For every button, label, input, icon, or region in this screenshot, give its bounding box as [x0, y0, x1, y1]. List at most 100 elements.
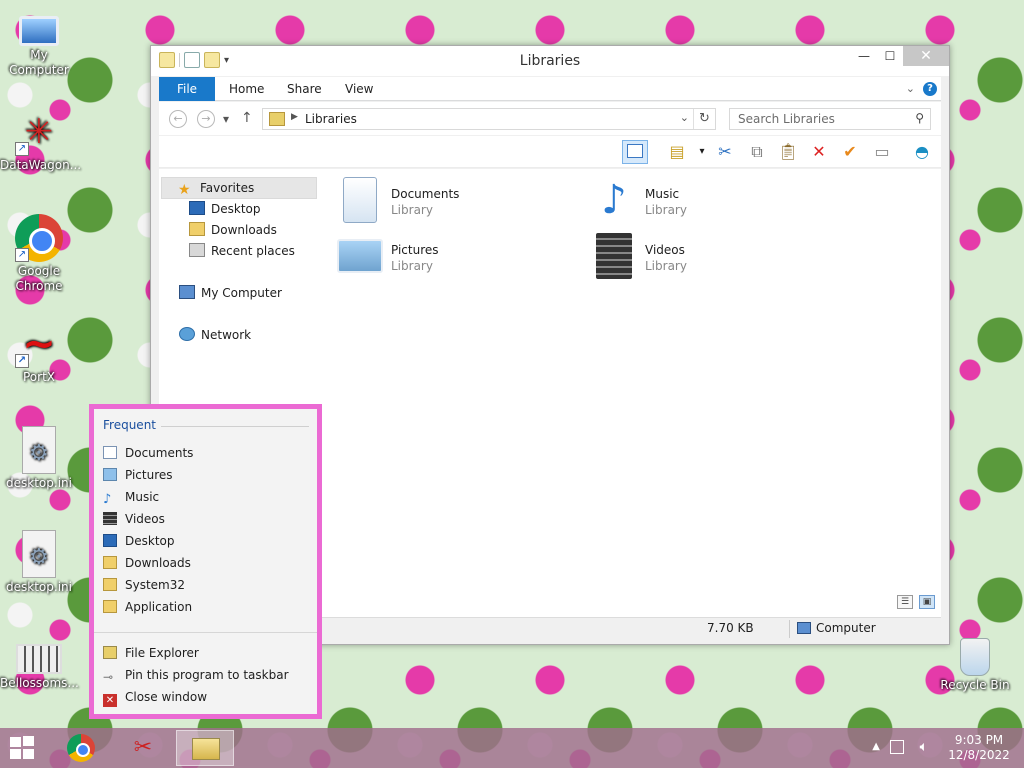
jump-list-task-label: File Explorer: [125, 646, 199, 660]
system-tray: ▲ 🔈︎ 9:03 PM 12/8/2022: [854, 728, 1014, 768]
address-history-chevron-icon[interactable]: ⌄: [680, 111, 689, 124]
desktop-icon-datawagon[interactable]: ✳ ↗ DataWagon...: [0, 108, 82, 173]
jump-list-item[interactable]: Application: [103, 596, 309, 618]
desktop-icon-label: Bellossoms...: [0, 676, 79, 690]
ribbon-tabs: File Home Share View ⌄ ?: [159, 77, 941, 101]
forward-button[interactable]: →: [197, 110, 215, 128]
preview-pane-button[interactable]: [622, 140, 648, 164]
film-icon: [103, 512, 117, 525]
breadcrumb-libraries[interactable]: Libraries: [305, 112, 357, 126]
refresh-button[interactable]: ↻: [693, 109, 715, 129]
library-type: Library: [391, 203, 433, 217]
nav-item-favorites[interactable]: ★ Favorites: [161, 177, 317, 199]
window-controls: — ☐ ✕: [851, 46, 949, 66]
desktop-icon-bellossoms[interactable]: Bellossoms...: [0, 632, 79, 691]
jump-list-item[interactable]: System32: [103, 574, 309, 596]
folder-icon: [103, 600, 117, 613]
file-explorer-icon: [192, 738, 220, 760]
library-pictures[interactable]: Pictures Library: [337, 233, 537, 281]
up-button[interactable]: ↑: [241, 110, 253, 126]
search-box[interactable]: ⚲: [729, 108, 931, 130]
taskbar-chrome[interactable]: [52, 730, 110, 766]
nav-item-network[interactable]: Network: [179, 325, 251, 345]
network-status-icon[interactable]: [890, 740, 904, 754]
nav-item-label: Recent places: [211, 244, 295, 258]
taskbar-file-explorer[interactable]: [176, 730, 234, 766]
jump-list-item[interactable]: Documents: [103, 442, 309, 464]
shortcut-arrow-icon: ↗: [15, 354, 29, 368]
jump-list-item[interactable]: Desktop: [103, 530, 309, 552]
desktop-icon-label: desktop.ini: [6, 476, 72, 490]
jump-list-task-pin[interactable]: ⊸ Pin this program to taskbar: [103, 664, 309, 686]
paste-button[interactable]: 📋︎: [775, 140, 801, 164]
desktop-icon-portx[interactable]: ~ ↗ PortX: [0, 320, 78, 385]
desktop-icon-desktop-ini-1[interactable]: desktop.ini: [0, 426, 78, 491]
show-hidden-icons-chevron-icon[interactable]: ▲: [872, 741, 880, 752]
start-button[interactable]: [10, 736, 36, 760]
rename-button[interactable]: ▭: [869, 140, 895, 164]
documents-library-icon: [343, 177, 377, 223]
details-view-icon[interactable]: ☰: [897, 595, 913, 609]
image-file-icon: [16, 644, 62, 674]
shortcut-arrow-icon: ↗: [15, 248, 29, 262]
desktop-icon-desktop-ini-2[interactable]: desktop.ini: [0, 530, 78, 595]
desktop-icon-my-computer[interactable]: My Computer: [0, 8, 78, 78]
jump-list-item-label: Pictures: [125, 468, 173, 482]
breadcrumb-arrow-icon[interactable]: ▶: [291, 112, 298, 122]
close-button[interactable]: ✕: [903, 46, 949, 66]
scissors-icon: ✂: [133, 735, 153, 760]
pictures-library-icon: [337, 239, 383, 273]
jump-list-item[interactable]: Pictures: [103, 464, 309, 486]
maximize-button[interactable]: ☐: [877, 46, 903, 66]
properties-button[interactable]: ▤: [664, 140, 690, 164]
nav-item-label: My Computer: [201, 286, 282, 300]
tab-view[interactable]: View: [333, 77, 385, 101]
music-note-icon: ♪: [103, 492, 112, 507]
windows-logo-pane: [10, 737, 21, 747]
volume-icon[interactable]: 🔈︎: [920, 739, 928, 755]
desktop-icon-google-chrome[interactable]: ↗ Google Chrome: [0, 214, 78, 294]
clock[interactable]: 9:03 PM 12/8/2022: [944, 733, 1014, 763]
command-toolbar: ▤ ▾ ✂ ⧉ 📋︎ ✕ ✔ ▭ ◓: [159, 136, 941, 168]
minimize-button[interactable]: —: [851, 46, 877, 66]
nav-item-desktop[interactable]: Desktop: [189, 199, 261, 219]
tab-share[interactable]: Share: [275, 77, 334, 101]
jump-list-item[interactable]: Downloads: [103, 552, 309, 574]
nav-item-downloads[interactable]: Downloads: [189, 220, 277, 240]
taskbar-snipping-tool[interactable]: ✂: [114, 730, 172, 766]
back-button[interactable]: ←: [169, 110, 187, 128]
tab-file[interactable]: File: [159, 77, 215, 101]
jump-list-task-close-window[interactable]: ✕ Close window: [103, 686, 309, 708]
library-documents[interactable]: Documents Library: [337, 177, 537, 225]
settings-file-icon: [22, 530, 56, 578]
jump-list-item[interactable]: ♪ Music: [103, 486, 309, 508]
shell-icon[interactable]: ◓: [909, 140, 935, 164]
recent-locations-chevron-icon[interactable]: ▾: [223, 112, 229, 126]
cut-button[interactable]: ✂: [712, 140, 738, 164]
address-bar[interactable]: ▶ Libraries ⌄ ↻: [262, 108, 716, 130]
expand-ribbon-chevron-icon[interactable]: ⌄: [906, 77, 915, 101]
jump-list-task-file-explorer[interactable]: File Explorer: [103, 642, 309, 664]
search-input[interactable]: [730, 109, 900, 129]
desktop-icon-label: Google Chrome: [15, 264, 63, 293]
taskbar: ✂ ▲ 🔈︎ 9:03 PM 12/8/2022: [0, 728, 1024, 768]
folder-icon: [103, 578, 117, 591]
copy-button[interactable]: ⧉: [744, 140, 770, 164]
help-icon[interactable]: ?: [923, 82, 937, 96]
title-bar[interactable]: ▾ Libraries — ☐ ✕: [151, 46, 949, 76]
nav-item-recent-places[interactable]: Recent places: [189, 241, 295, 261]
large-icons-view-icon[interactable]: ▣: [919, 595, 935, 609]
delete-button[interactable]: ✕: [806, 140, 832, 164]
file-explorer-icon: [103, 646, 117, 659]
library-videos[interactable]: Videos Library: [591, 233, 791, 281]
select-checkmark-button[interactable]: ✔: [837, 140, 863, 164]
jump-list-item[interactable]: Videos: [103, 508, 309, 530]
nav-item-my-computer[interactable]: My Computer: [179, 283, 282, 303]
portx-icon: ~ ↗: [15, 320, 63, 368]
desktop-icon: [103, 534, 117, 547]
library-music[interactable]: ♪ Music Library: [591, 177, 791, 225]
zone-label: Computer: [816, 621, 876, 635]
desktop-icon-label: DataWagon...: [0, 158, 82, 172]
nav-item-label: Downloads: [211, 223, 277, 237]
tab-home[interactable]: Home: [217, 77, 276, 101]
